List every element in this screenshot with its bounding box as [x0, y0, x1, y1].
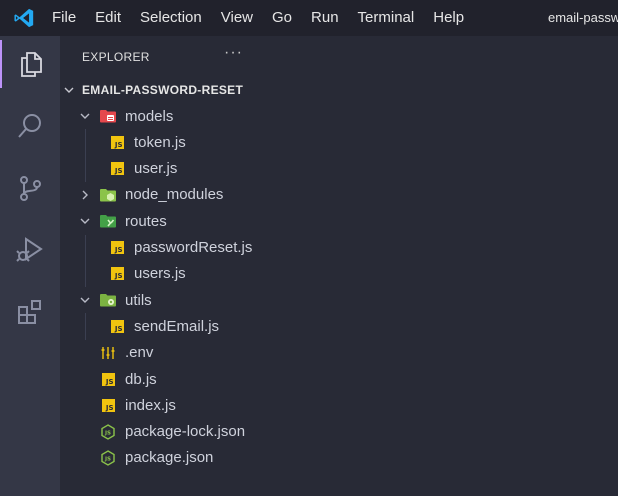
- chevron-down-icon: [78, 214, 92, 228]
- folder-row[interactable]: utils: [60, 287, 618, 313]
- folder-label: routes: [125, 212, 167, 230]
- files-icon: [21, 52, 42, 77]
- indent-guide: [85, 129, 86, 182]
- menu-edit[interactable]: Edit: [86, 0, 131, 36]
- extensions-activity-button[interactable]: [0, 288, 60, 336]
- file-row[interactable]: JS passwordReset.js: [60, 235, 618, 261]
- folder-label: utils: [125, 291, 152, 309]
- explorer-activity-button[interactable]: [0, 40, 60, 88]
- svg-text:JS: JS: [104, 456, 111, 462]
- activity-bar: [0, 36, 60, 496]
- menu-selection[interactable]: Selection: [131, 0, 212, 36]
- js-icon: JS: [100, 371, 116, 387]
- run-debug-activity-button[interactable]: [0, 226, 60, 274]
- run-debug-icon: [16, 237, 43, 262]
- file-row[interactable]: JS users.js: [60, 261, 618, 287]
- menu-view[interactable]: View: [211, 0, 262, 36]
- indent-guide: [85, 313, 86, 340]
- folder-label: node_modules: [125, 186, 224, 204]
- file-row[interactable]: JS user.js: [60, 156, 618, 182]
- chevron-down-icon: [62, 83, 76, 97]
- folder-row[interactable]: models: [60, 103, 618, 129]
- js-icon: JS: [109, 318, 125, 334]
- file-row[interactable]: JS package-lock.json: [60, 419, 618, 445]
- file-row[interactable]: JS db.js: [60, 366, 618, 392]
- file-label: passwordReset.js: [134, 239, 253, 256]
- js-icon: JS: [109, 240, 125, 256]
- file-label: users.js: [134, 265, 186, 283]
- indent-guide: [85, 234, 86, 288]
- vscode-logo-icon: [0, 0, 48, 36]
- window-title: email-passw: [548, 10, 618, 25]
- folder-row[interactable]: routes: [60, 208, 618, 234]
- extensions-icon: [18, 300, 41, 324]
- folder-row[interactable]: node_modules: [60, 182, 618, 208]
- js-icon: JS: [109, 161, 125, 177]
- file-row[interactable]: JS token.js: [60, 129, 618, 155]
- source-control-activity-button[interactable]: [0, 164, 60, 212]
- file-row[interactable]: JS index.js: [60, 392, 618, 418]
- file-label: package.json: [125, 449, 214, 467]
- title-bar: File Edit Selection View Go Run Terminal Help e…: [0, 0, 618, 36]
- file-label: token.js: [134, 133, 186, 151]
- file-label: package-lock.json: [125, 423, 246, 441]
- file-label: db.js: [125, 370, 157, 388]
- file-label: sendEmail.js: [134, 317, 220, 335]
- chevron-right-icon: [78, 188, 92, 202]
- menu-terminal[interactable]: Terminal: [348, 0, 424, 36]
- menu-run[interactable]: Run: [302, 0, 349, 36]
- menu-file[interactable]: File: [48, 0, 86, 36]
- explorer-panel: EXPLORER ··· EMAIL-PASSWORD-RESET models…: [60, 36, 618, 496]
- utils-folder-icon: [100, 292, 116, 308]
- menu-help[interactable]: Help: [424, 0, 474, 36]
- nodejs-icon: JS: [100, 450, 116, 466]
- explorer-more-actions-button[interactable]: ···: [224, 44, 243, 62]
- workspace-root-label: EMAIL-PASSWORD-RESET: [82, 83, 244, 97]
- file-row[interactable]: .env: [60, 340, 618, 366]
- js-icon: JS: [109, 266, 125, 282]
- file-label: .env: [125, 344, 154, 362]
- routes-folder-icon: [100, 213, 116, 229]
- file-label: user.js: [134, 160, 178, 178]
- explorer-title: EXPLORER: [82, 50, 150, 64]
- file-label: index.js: [125, 396, 176, 414]
- node-folder-icon: [100, 187, 116, 203]
- models-folder-icon: [100, 108, 116, 124]
- folder-label: models: [125, 107, 174, 125]
- nodejs-icon: JS: [100, 423, 116, 440]
- workspace-root[interactable]: EMAIL-PASSWORD-RESET: [60, 77, 618, 103]
- search-activity-button[interactable]: [0, 102, 60, 150]
- menu-bar: File Edit Selection View Go Run Terminal Help: [48, 0, 474, 36]
- chevron-down-icon: [78, 109, 92, 123]
- menu-go[interactable]: Go: [263, 0, 302, 36]
- chevron-down-icon: [78, 293, 92, 307]
- js-icon: JS: [100, 397, 116, 413]
- search-icon: [18, 114, 41, 138]
- svg-text:JS: JS: [104, 430, 111, 436]
- env-icon: [100, 345, 116, 361]
- js-icon: JS: [109, 134, 125, 150]
- file-row[interactable]: JS sendEmail.js: [60, 313, 618, 339]
- source-control-icon: [20, 176, 41, 201]
- file-row[interactable]: JS package.json: [60, 445, 618, 471]
